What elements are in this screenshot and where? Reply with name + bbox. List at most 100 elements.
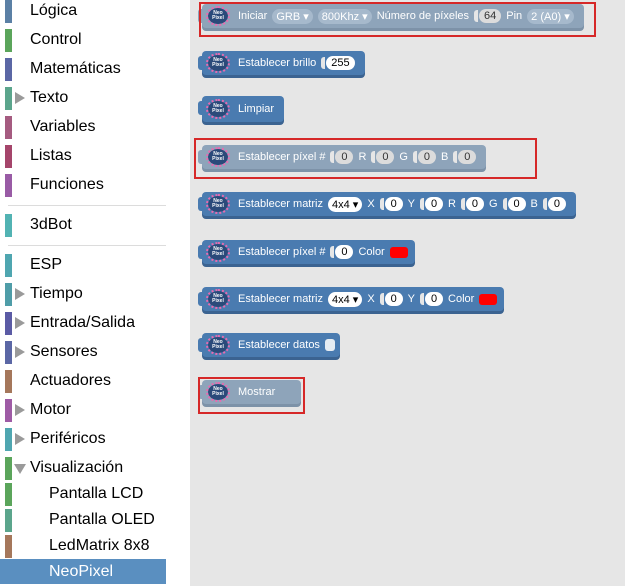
expand-arrow-icon[interactable] <box>15 288 25 300</box>
blue-input[interactable]: 0 <box>542 197 566 211</box>
input-value: 0 <box>384 197 403 211</box>
highlight-box <box>199 2 596 37</box>
block-label: Establecer brillo <box>238 57 317 69</box>
x-input[interactable]: 0 <box>379 292 403 306</box>
category-color-bar <box>5 174 12 197</box>
chevron-down-icon: ▾ <box>352 198 359 211</box>
category-label: Pantalla OLED <box>49 511 155 528</box>
neopixel-icon: Neo Pixel <box>206 242 230 262</box>
category-esp[interactable]: ESP <box>0 252 166 279</box>
category-pantalla-oled[interactable]: Pantalla OLED <box>0 507 166 534</box>
green-input[interactable]: 0 <box>502 197 526 211</box>
neopixel-icon: Neo Pixel <box>206 194 230 214</box>
category-listas[interactable]: Listas <box>0 143 166 170</box>
y-input[interactable]: 0 <box>420 292 444 306</box>
input-value: 0 <box>425 292 444 306</box>
category-control[interactable]: Control <box>0 27 166 54</box>
value-socket[interactable] <box>324 339 335 351</box>
category-color-bar <box>5 483 12 506</box>
category-color-bar <box>5 428 12 451</box>
field-label: X <box>367 293 375 305</box>
category-label: Lógica <box>30 2 78 19</box>
block-label: Establecer matriz <box>238 198 323 210</box>
category-label: NeoPixel <box>49 563 114 580</box>
category-tiempo[interactable]: Tiempo <box>0 281 166 308</box>
category-color-bar <box>5 457 12 480</box>
input-value: 0 <box>425 197 444 211</box>
block-establecer-matriz-rgb[interactable]: Neo Pixel Establecer matriz 4x4 ▾ X 0 Y … <box>198 192 576 216</box>
input-value: 0 <box>507 197 526 211</box>
category-entrada-salida[interactable]: Entrada/Salida <box>0 310 166 337</box>
highlight-box <box>198 377 305 414</box>
category-color-bar <box>5 0 12 23</box>
category-label: Periféricos <box>30 430 106 447</box>
category-logica[interactable]: Lógica <box>0 0 166 25</box>
category-visualizacion[interactable]: Visualización <box>0 455 166 482</box>
category-matematicas[interactable]: Matemáticas <box>0 56 166 83</box>
expand-arrow-icon[interactable] <box>15 404 25 416</box>
x-input[interactable]: 0 <box>379 197 403 211</box>
category-color-bar <box>5 312 12 335</box>
category-color-bar <box>5 561 12 584</box>
block-establecer-brillo[interactable]: Neo Pixel Establecer brillo 255 <box>198 51 365 75</box>
block-establecer-datos[interactable]: Neo Pixel Establecer datos <box>198 333 340 357</box>
expand-arrow-icon[interactable] <box>15 92 25 104</box>
category-label: Motor <box>30 401 71 418</box>
collapse-arrow-icon[interactable] <box>14 464 26 474</box>
category-label: Actuadores <box>30 372 111 389</box>
category-color-bar <box>5 116 12 139</box>
color-swatch[interactable] <box>389 246 408 258</box>
category-sensores[interactable]: Sensores <box>0 339 166 366</box>
field-label: G <box>488 198 498 210</box>
category-label: 3dBot <box>30 216 72 233</box>
category-label: Sensores <box>30 343 98 360</box>
brightness-input[interactable]: 255 <box>321 56 355 70</box>
category-color-bar <box>5 370 12 393</box>
block-label: Limpiar <box>238 103 275 115</box>
category-label: Control <box>30 31 82 48</box>
expand-arrow-icon[interactable] <box>15 346 25 358</box>
matrix-size-dropdown[interactable]: 4x4 ▾ <box>327 291 363 307</box>
input-value: 0 <box>547 197 566 211</box>
category-pantalla-lcd[interactable]: Pantalla LCD <box>0 481 166 508</box>
category-label: Tiempo <box>30 285 83 302</box>
chevron-down-icon: ▾ <box>352 293 359 306</box>
neopixel-icon: Neo Pixel <box>206 53 230 73</box>
category-color-bar <box>5 58 12 81</box>
category-texto[interactable]: Texto <box>0 85 166 112</box>
category-3dbot[interactable]: 3dBot <box>0 212 166 239</box>
category-label: ESP <box>30 256 63 273</box>
dropdown-value: 4x4 <box>331 293 350 306</box>
color-swatch[interactable] <box>479 293 498 305</box>
block-establecer-pixel-color[interactable]: Neo Pixel Establecer píxel # 0 Color <box>198 240 415 264</box>
dropdown-value: 4x4 <box>331 198 350 211</box>
expand-arrow-icon[interactable] <box>15 433 25 445</box>
expand-arrow-icon[interactable] <box>15 317 25 329</box>
block-limpiar[interactable]: Neo Pixel Limpiar <box>198 96 285 122</box>
category-perifericos[interactable]: Periféricos <box>0 426 166 453</box>
category-funciones[interactable]: Funciones <box>0 172 166 199</box>
input-value: 0 <box>384 292 403 306</box>
category-neopixel[interactable]: NeoPixel <box>0 559 166 584</box>
pixel-index-input[interactable]: 0 <box>330 245 354 259</box>
field-label: X <box>367 198 375 210</box>
matrix-size-dropdown[interactable]: 4x4 ▾ <box>327 196 363 212</box>
category-variables[interactable]: Variables <box>0 114 166 141</box>
category-color-bar <box>5 87 12 110</box>
category-color-bar <box>5 214 12 237</box>
toolbox-separator <box>8 245 166 246</box>
y-input[interactable]: 0 <box>420 197 444 211</box>
category-motor[interactable]: Motor <box>0 397 166 424</box>
highlight-box <box>194 138 537 179</box>
neopixel-icon: Neo Pixel <box>206 335 230 355</box>
category-ledmatrix[interactable]: LedMatrix 8x8 <box>0 533 166 560</box>
category-color-bar <box>5 399 12 422</box>
red-input[interactable]: 0 <box>460 197 484 211</box>
category-actuadores[interactable]: Actuadores <box>0 368 166 395</box>
field-label: R <box>448 198 456 210</box>
category-color-bar <box>5 145 12 168</box>
block-establecer-matriz-color[interactable]: Neo Pixel Establecer matriz 4x4 ▾ X 0 Y … <box>198 287 505 311</box>
category-label: LedMatrix 8x8 <box>49 537 150 554</box>
category-label: Listas <box>30 147 72 164</box>
category-color-bar <box>5 254 12 277</box>
